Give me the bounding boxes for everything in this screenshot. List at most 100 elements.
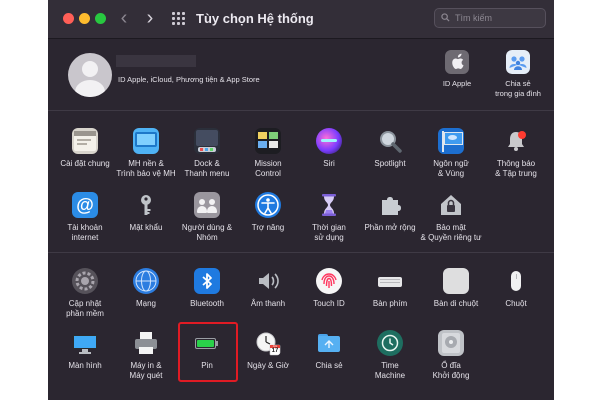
siri-icon: [316, 128, 342, 154]
pane-label: Trình bảo vệ MH: [116, 169, 176, 178]
pane-spotlight[interactable]: Spotlight: [355, 128, 425, 169]
pane-accessibility[interactable]: Trợ năng: [233, 192, 303, 233]
search-icon: [441, 13, 450, 22]
divider: [48, 110, 554, 111]
pane-software-update[interactable]: Cập nhật phần mềm: [50, 268, 120, 319]
mission-control-icon: [255, 128, 281, 154]
calendar-day: 17: [271, 348, 279, 354]
back-button[interactable]: ‹: [114, 8, 134, 28]
pane-siri[interactable]: Siri: [294, 128, 364, 169]
pane-label: Pin: [201, 361, 213, 370]
fingerprint-icon: [316, 268, 342, 294]
system-preferences-window: ‹ › Tùy chọn Hệ thống ID Apple, iCloud, …: [48, 0, 554, 400]
dock-menu-bar-icon: [194, 128, 220, 154]
pane-internet-accounts[interactable]: @ Tài khoản internet: [50, 192, 120, 243]
pane-label: Trợ năng: [251, 223, 285, 232]
spotlight-icon: [377, 128, 403, 154]
hourglass-icon: [316, 192, 342, 218]
pane-label: Bluetooth: [190, 299, 224, 308]
minimize-window-button[interactable]: [79, 13, 90, 24]
general-icon: [72, 128, 98, 154]
pane-mission-control[interactable]: Mission Control: [233, 128, 303, 179]
pane-label: Mission: [254, 159, 282, 168]
key-icon: [133, 192, 159, 218]
pane-label: Phần mở rộng: [364, 223, 416, 232]
pane-sound[interactable]: Âm thanh: [233, 268, 303, 309]
pane-general[interactable]: Cài đặt chung: [50, 128, 120, 169]
pane-mouse[interactable]: Chuột: [481, 268, 551, 309]
close-window-button[interactable]: [63, 13, 74, 24]
account-subtitle: ID Apple, iCloud, Phương tiện & App Stor…: [118, 75, 260, 84]
title-bar: ‹ › Tùy chọn Hệ thống: [48, 0, 554, 39]
pane-extensions[interactable]: Phần mở rộng: [355, 192, 425, 233]
pane-label: & Tập trung: [495, 169, 537, 178]
accessibility-icon: [255, 192, 281, 218]
clock-calendar-icon: JUL 17: [255, 330, 281, 356]
pane-touch-id[interactable]: Touch ID: [294, 268, 364, 309]
desktop-screen-saver-icon: [133, 128, 159, 154]
sharing-folder-icon: [316, 330, 342, 356]
language-region-icon: [438, 128, 464, 154]
family-label-line1: Chia sẻ: [505, 79, 531, 88]
window-title: Tùy chọn Hệ thống: [196, 11, 314, 26]
search-field[interactable]: [434, 8, 546, 28]
pane-label: Âm thanh: [250, 299, 286, 308]
printer-icon: [133, 330, 159, 356]
search-input[interactable]: [455, 11, 541, 25]
pane-label: Ngôn ngữ: [433, 159, 469, 168]
forward-button[interactable]: ›: [140, 8, 160, 28]
pane-screen-time[interactable]: Thời gian sử dụng: [294, 192, 364, 243]
users-groups-icon: [194, 192, 220, 218]
pane-passwords[interactable]: Mật khẩu: [111, 192, 181, 233]
apple-logo-icon: [445, 50, 469, 74]
pane-date-time[interactable]: JUL 17 Ngày & Giờ: [233, 330, 303, 371]
globe-icon: [133, 268, 159, 294]
user-avatar[interactable]: [68, 53, 112, 97]
puzzle-piece-icon: [377, 192, 403, 218]
pane-label: Control: [255, 169, 281, 178]
pane-label: Touch ID: [313, 299, 345, 308]
pane-bluetooth[interactable]: Bluetooth: [172, 268, 242, 309]
family-sharing-pane[interactable]: Chia sẻ trong gia đình: [486, 50, 550, 99]
pane-startup-disk[interactable]: Ổ đĩa Khởi động: [416, 330, 486, 381]
zoom-window-button[interactable]: [95, 13, 106, 24]
keyboard-icon: [377, 268, 403, 294]
pane-security-privacy[interactable]: Bảo mật & Quyền riêng tư: [416, 192, 486, 243]
pane-label: internet: [71, 233, 99, 242]
pane-label: Machine: [374, 371, 406, 380]
family-sharing-icon: [506, 50, 530, 74]
trackpad-icon: [443, 268, 469, 294]
pane-label: Máy in &: [130, 361, 162, 370]
pane-label: Khởi động: [432, 371, 470, 380]
pane-desktop-screen-saver[interactable]: MH nền & Trình bảo vệ MH: [111, 128, 181, 179]
mouse-icon: [503, 268, 529, 294]
battery-icon: [194, 330, 220, 356]
pane-label: Siri: [323, 159, 335, 168]
pane-keyboard[interactable]: Bàn phím: [355, 268, 425, 309]
pane-notifications-focus[interactable]: Thông báo & Tập trung: [481, 128, 551, 179]
pane-label: Chia sẻ: [315, 361, 343, 370]
pane-time-machine[interactable]: Time Machine: [355, 330, 425, 381]
apple-id-pane[interactable]: ID Apple: [432, 50, 482, 89]
at-sign-icon: @: [72, 192, 98, 218]
pane-displays[interactable]: Màn hình: [50, 330, 120, 371]
pane-label: Chuột: [505, 299, 527, 308]
pane-printers-scanners[interactable]: Máy in & Máy quét: [111, 330, 181, 381]
pane-label: Máy quét: [129, 371, 163, 380]
pane-users-groups[interactable]: Người dùng & Nhóm: [172, 192, 242, 243]
pane-label: Thông báo: [496, 159, 536, 168]
pane-sharing[interactable]: Chia sẻ: [294, 330, 364, 371]
pane-label: Tài khoản: [67, 223, 103, 232]
pane-dock-menu-bar[interactable]: Dock & Thanh menu: [172, 128, 242, 179]
hard-disk-icon: [438, 330, 464, 356]
pane-label: Spotlight: [374, 159, 406, 168]
pane-label: Ngày & Giờ: [247, 361, 289, 370]
speaker-icon: [255, 268, 281, 294]
pane-battery[interactable]: Pin: [172, 330, 242, 371]
pane-label: Mạng: [135, 299, 156, 308]
pane-label: & Quyền riêng tư: [420, 233, 482, 242]
pane-language-region[interactable]: Ngôn ngữ & Vùng: [416, 128, 486, 179]
pane-network[interactable]: Mạng: [111, 268, 181, 309]
gear-icon: [72, 268, 98, 294]
show-all-grid-icon[interactable]: [172, 12, 186, 25]
